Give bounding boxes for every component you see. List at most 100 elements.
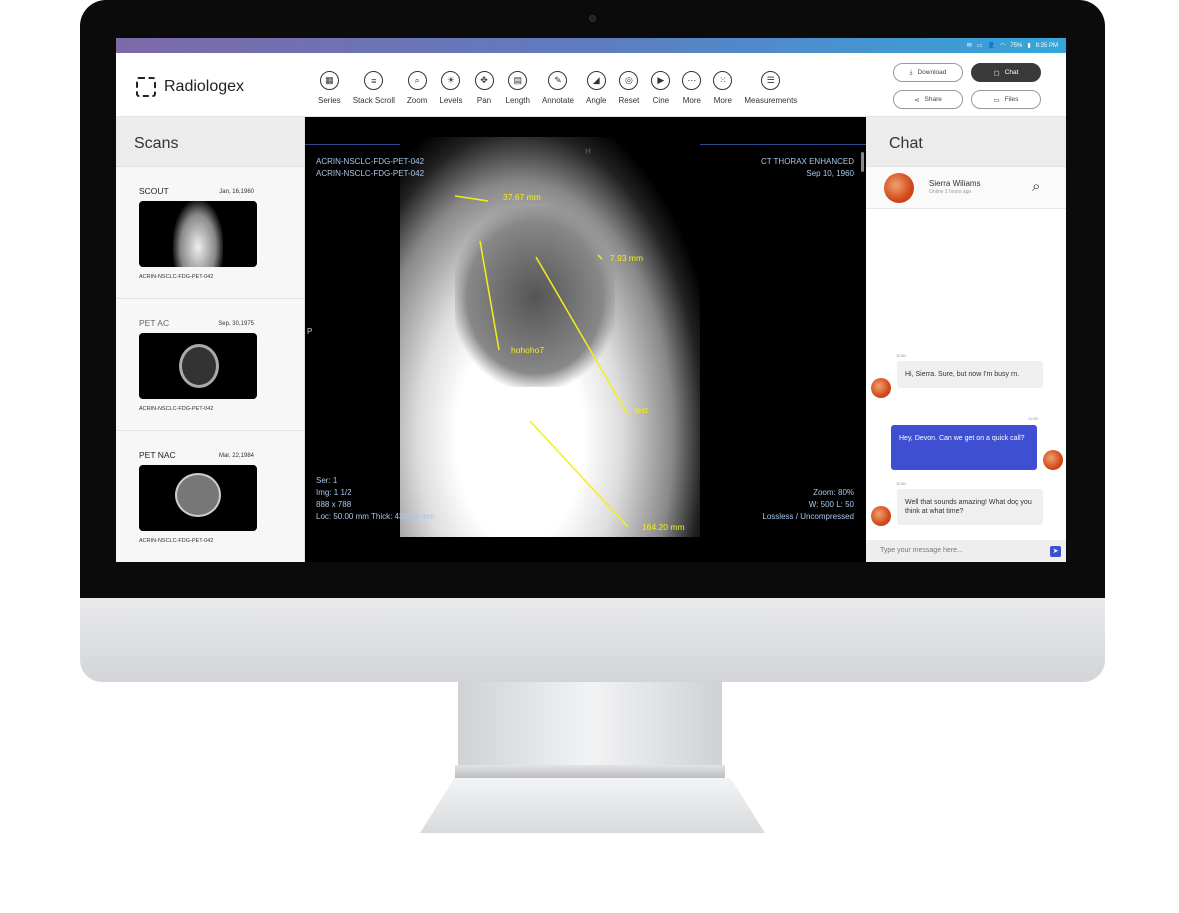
- annotation-label[interactable]: test: [634, 405, 648, 415]
- orientation-left: P: [307, 327, 313, 336]
- scan-id: ACRIN-NSCLC-FDG-PET-042: [139, 406, 214, 412]
- scan-date: Sep, 30,1975: [218, 321, 254, 327]
- download-icon: ⤓: [909, 68, 913, 76]
- tool-pan[interactable]: ✥ Pan: [469, 71, 500, 105]
- overlay-text: ACRIN-NSCLC-FDG-PET-042: [316, 157, 425, 166]
- send-icon[interactable]: ➤: [1050, 546, 1061, 557]
- annotation-label[interactable]: 164.20 mm: [642, 522, 685, 532]
- chat-panel: Chat Sierra Wiliams Online 2 hours ago ⌕…: [866, 117, 1066, 562]
- share-label: Share: [924, 96, 942, 103]
- message-time: 11:50: [896, 353, 906, 358]
- files-label: Files: [1004, 96, 1019, 103]
- avatar: [1043, 450, 1063, 470]
- scan-date: Mar, 22,1984: [218, 453, 254, 459]
- tool-label: Levels: [439, 96, 463, 105]
- logo-icon: [136, 77, 156, 97]
- scrollbar[interactable]: [861, 152, 864, 172]
- measurement-line: [597, 254, 603, 260]
- scan-thumbnail: [139, 201, 257, 267]
- avatar: [871, 506, 891, 526]
- message-bubble: Hi, Sierra. Sure, but now I'm busy rn.: [897, 361, 1043, 388]
- tool-label: Cine: [652, 96, 670, 105]
- overlay-text: Zoom: 80%: [813, 488, 854, 497]
- arrow-line: [479, 240, 500, 351]
- tool-length[interactable]: ▤ Length: [500, 71, 536, 105]
- status-bar: ✉ ▭ 👤 ◠ 75% ▮ 8:35 PM: [116, 38, 1066, 53]
- image-viewer[interactable]: 37.67 mm 7.93 mm hohoho7 test 164.20 mm …: [305, 117, 866, 562]
- tool-series[interactable]: ▦ Series: [312, 71, 347, 105]
- overlay-top-right: CT THORAX ENHANCED Sep 10, 1960: [761, 156, 854, 180]
- contact-name: Sierra Wiliams: [929, 179, 981, 188]
- grid-icon: ▦: [319, 71, 339, 90]
- tool-label: Length: [505, 96, 530, 105]
- move-icon: ✥: [474, 71, 494, 90]
- overlay-text: 888 x 788: [316, 500, 352, 509]
- app-name: Radiologex: [164, 78, 245, 95]
- overlay-text: ACRIN-NSCLC-FDG-PET-042: [316, 169, 425, 178]
- scan-item[interactable]: PET AC Sep, 30,1975 ACRIN-NSCLC-FDG-PET-04…: [116, 299, 304, 431]
- overlay-bottom-left: Ser: 1 Img: 1 1/2 888 x 788 Loc: 50.00 mm T…: [316, 475, 435, 523]
- chat-contact[interactable]: Sierra Wiliams Online 2 hours ago ⌕: [866, 167, 1066, 209]
- tool-annotate[interactable]: ✎ Annotate: [536, 71, 580, 105]
- overlay-text: Lossless / Uncompressed: [762, 512, 854, 521]
- tool-more[interactable]: ⋯ More: [676, 71, 707, 105]
- share-button[interactable]: ⋖ Share: [893, 90, 963, 109]
- folder-icon: ▭: [993, 96, 1000, 104]
- monitor-stand-band: [455, 765, 725, 779]
- monitor-chin: [80, 598, 1105, 682]
- message-time: 11:50: [1028, 416, 1038, 421]
- scan-id: ACRIN-NSCLC-FDG-PET-042: [139, 274, 214, 280]
- overlay-text: Ser: 1: [316, 476, 338, 485]
- tool-label: More: [713, 96, 732, 105]
- download-button[interactable]: ⤓ Download: [893, 63, 963, 82]
- stack-icon: ≡: [364, 71, 384, 90]
- scan-item[interactable]: SCOUT Jan, 16,1960 ACRIN-NSCLC-FDG-PET-042: [116, 167, 304, 299]
- download-label: Download: [917, 69, 947, 76]
- files-button[interactable]: ▭ Files: [971, 90, 1041, 109]
- overlay-bottom-right: Zoom: 80% W: 500 L: 50 Lossless / Uncompre…: [762, 487, 854, 523]
- search-icon[interactable]: ⌕: [1032, 178, 1040, 195]
- message-bubble-own: Hey, Devon. Can we get on a quick call?: [891, 425, 1037, 470]
- message-time: 11:50: [896, 481, 906, 486]
- list-icon: ☰: [761, 71, 781, 90]
- overlay-text: Img: 1 1/2: [316, 488, 352, 497]
- scans-title: Scans: [116, 117, 304, 167]
- chat-title: Chat: [866, 117, 1066, 167]
- tool-levels[interactable]: ☀ Levels: [433, 71, 468, 105]
- tool-label: Measurements: [744, 96, 798, 105]
- sun-icon: ☀: [441, 71, 461, 90]
- scan-item[interactable]: PET NAC Mar, 22,1984 ACRIN-NSCLC-FDG-PET-0…: [116, 431, 304, 562]
- tool-measurements[interactable]: ☰ Measurements: [738, 71, 803, 105]
- contact-status: Online 2 hours ago: [929, 189, 972, 195]
- tool-reset[interactable]: ◎ Reset: [612, 71, 645, 105]
- tool-angle[interactable]: ◢ Angle: [580, 71, 612, 105]
- tool-more[interactable]: ⁙ More: [707, 71, 738, 105]
- annotation-label[interactable]: 7.93 mm: [610, 253, 643, 263]
- message-placeholder: Type your message here...: [880, 547, 963, 554]
- tool-label: Series: [318, 96, 341, 105]
- logo[interactable]: Radiologex: [136, 77, 244, 97]
- toolbar: ▦ Series ≡ Stack Scroll ⌕ Zoom ☀ Levels ✥ Pan ▤ Len…: [312, 71, 803, 105]
- message-input[interactable]: Type your message here... ➤: [866, 540, 1066, 562]
- ruler-icon: ▤: [508, 71, 528, 90]
- tool-label: Zoom: [406, 96, 428, 105]
- share-icon: ⋖: [914, 96, 920, 104]
- message-bubble: Well that sounds amazing! What doç you t…: [897, 489, 1043, 525]
- tool-cine[interactable]: ▶ Cine: [645, 71, 676, 105]
- tool-zoom[interactable]: ⌕ Zoom: [401, 71, 433, 105]
- wifi-icon: ◠: [1000, 43, 1006, 49]
- tool-stack-scroll[interactable]: ≡ Stack Scroll: [347, 71, 401, 105]
- reset-icon: ◎: [619, 71, 639, 90]
- chat-button[interactable]: ▢ Chat: [971, 63, 1041, 82]
- chat-label: Chat: [1004, 69, 1019, 76]
- battery-level: 75%: [1010, 42, 1023, 49]
- annotation-label[interactable]: 37.67 mm: [503, 192, 541, 202]
- tool-label: Pan: [476, 96, 492, 105]
- tool-label: Annotate: [541, 96, 574, 105]
- overlay-top-left: ACRIN-NSCLC-FDG-PET-042 ACRIN-NSCLC-FDG-P…: [316, 156, 424, 180]
- annotation-label[interactable]: hohoho7: [511, 345, 544, 355]
- scans-panel: Scans SCOUT Jan, 16,1960 ACRIN-NSCLC-FDG-P…: [116, 117, 305, 562]
- header: Radiologex ▦ Series ≡ Stack Scroll ⌕ Zoom ☀ Lev…: [116, 53, 1066, 117]
- scan-date: Jan, 16,1960: [219, 189, 254, 195]
- tool-label: Angle: [586, 96, 607, 105]
